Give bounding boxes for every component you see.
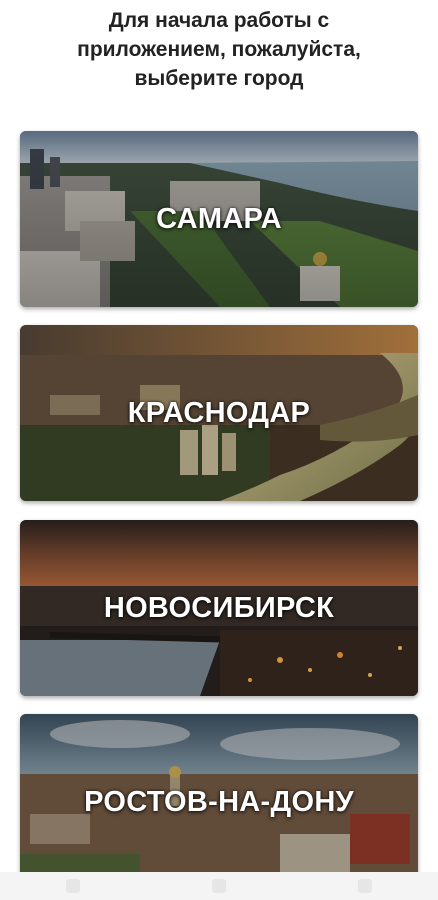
back-icon[interactable] [66,879,80,893]
city-name: САМАРА [156,202,282,235]
city-list: САМАРА КРАСНОДАР НОВОСИБИРСК РОСТОВ-НА-Д… [0,0,438,900]
city-card-krasnodar[interactable]: КРАСНОДАР [20,325,418,501]
city-card-samara[interactable]: САМАРА [20,131,418,307]
city-name: НОВОСИБИРСК [103,591,335,624]
recents-icon[interactable] [358,879,372,893]
city-card-rostov-na-donu[interactable]: РОСТОВ-НА-ДОНУ [20,714,418,890]
city-name: КРАСНОДАР [127,396,311,429]
bottom-navigation-bar [0,872,438,900]
city-card-novosibirsk[interactable]: НОВОСИБИРСК [20,520,418,696]
city-name: РОСТОВ-НА-ДОНУ [84,785,354,818]
home-icon[interactable] [212,879,226,893]
